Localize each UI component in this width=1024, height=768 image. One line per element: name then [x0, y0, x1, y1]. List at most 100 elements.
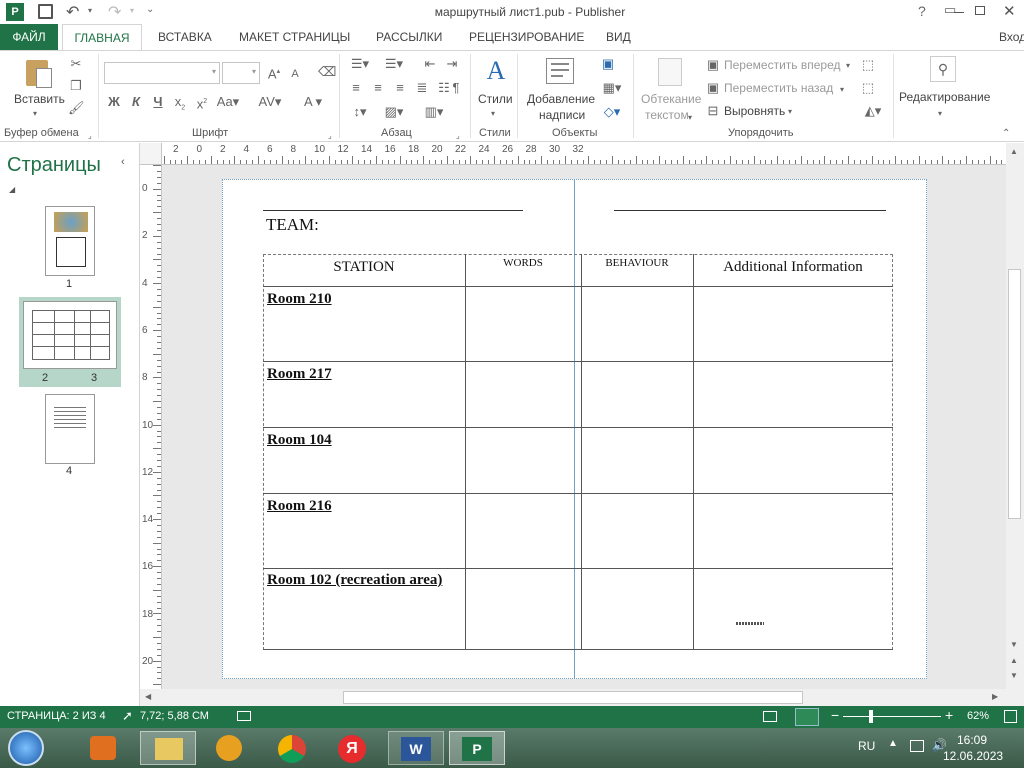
pages-pane-collapse-icon[interactable]: ‹ — [121, 156, 125, 168]
row-room-102[interactable]: Room 102 (recreation area) — [267, 572, 442, 589]
bring-forward-dropdown-icon[interactable]: ▾ — [846, 58, 850, 74]
vertical-ruler[interactable]: 0 2 4 6 8 10 12 14 16 18 20 — [140, 165, 162, 689]
subscript-icon[interactable]: x2 — [172, 94, 188, 117]
wrap-text-line1[interactable]: Обтекание — [641, 92, 701, 106]
decrease-indent-icon[interactable]: ⇤ — [422, 56, 438, 72]
tab-file[interactable]: ФАЙЛ — [0, 24, 58, 50]
change-case-icon[interactable]: Aa▾ — [216, 94, 240, 110]
bring-forward-icon[interactable]: ▣ — [706, 57, 720, 73]
align-objects-icon[interactable]: ⊟ — [706, 103, 720, 119]
align-left-icon[interactable]: ≡ — [348, 80, 364, 96]
underline-button[interactable]: Ч — [150, 94, 166, 110]
save-icon[interactable] — [38, 4, 53, 19]
page-thumbnail-4[interactable] — [45, 394, 95, 464]
paste-icon[interactable] — [24, 58, 54, 90]
font-size-field[interactable]: ▾ — [222, 62, 260, 84]
clock-time[interactable]: 16:09 — [957, 733, 987, 747]
superscript-icon[interactable]: x2 — [194, 94, 210, 112]
horizontal-ruler[interactable]: 2 0 2 4 6 8 10 12 14 16 18 20 22 24 26 28 30 32 — [140, 143, 1006, 165]
clock-date[interactable]: 12.06.2023 — [943, 749, 1003, 763]
publisher-taskbar-icon[interactable]: P — [449, 731, 505, 765]
send-backward-button[interactable]: Переместить назад — [724, 81, 833, 95]
cut-icon[interactable]: ✂ — [68, 56, 84, 72]
row-room-217[interactable]: Room 217 — [267, 366, 332, 383]
signin-link[interactable]: Вход — [999, 28, 1024, 50]
shapes-icon[interactable]: ◇▾ — [600, 104, 624, 120]
media-player-icon[interactable] — [90, 736, 116, 760]
publication-canvas[interactable]: TEAM: STATION WORDS BEHAVIOUR Additional… — [162, 165, 1006, 689]
tab-page-design[interactable]: МАКЕТ СТРАНИЦЫ — [239, 28, 350, 50]
align-right-icon[interactable]: ≡ — [392, 80, 408, 96]
shrink-font-icon[interactable]: A — [288, 66, 302, 82]
row-room-216[interactable]: Room 216 — [267, 498, 332, 515]
align-objects-button[interactable]: Выровнять — [724, 104, 785, 118]
scroll-down-arrow-icon[interactable]: ▼ — [1010, 640, 1018, 649]
scroll-up-arrow-icon[interactable]: ▲ — [1010, 147, 1018, 156]
binoculars-icon[interactable]: ⚲ — [930, 56, 956, 82]
pilcrow-icon[interactable]: ¶ — [448, 80, 464, 96]
zoom-in-icon[interactable]: + — [945, 707, 953, 723]
redo-dropdown-icon[interactable]: ▾ — [130, 6, 134, 15]
start-button-icon[interactable] — [8, 730, 44, 766]
wrap-text-icon[interactable] — [658, 58, 682, 86]
network-icon[interactable] — [910, 740, 924, 752]
chrome-icon[interactable] — [278, 735, 306, 763]
single-page-view-icon[interactable] — [763, 711, 777, 722]
picture-icon[interactable]: ▣ — [600, 56, 616, 72]
scroll-right-arrow-icon[interactable]: ▶ — [992, 692, 998, 701]
language-indicator[interactable]: RU — [858, 739, 875, 753]
copy-icon[interactable]: ❐ — [68, 78, 84, 94]
redo-icon[interactable]: ↷ — [108, 2, 121, 22]
row-room-210[interactable]: Room 210 — [267, 291, 332, 308]
page-indicator[interactable]: СТРАНИЦА: 2 ИЗ 4 — [7, 710, 106, 722]
zoom-level[interactable]: 62% — [967, 710, 989, 722]
yandex-browser-icon[interactable]: Я — [338, 735, 366, 763]
wrap-text-dropdown-icon[interactable]: ▾ — [688, 110, 692, 126]
paragraph-launcher-icon[interactable]: ⌟ — [456, 128, 460, 144]
textbox-icon[interactable] — [546, 58, 574, 84]
styles-icon[interactable]: A — [482, 56, 510, 86]
italic-button[interactable]: К — [128, 94, 144, 110]
columns-icon[interactable]: ▥▾ — [422, 104, 446, 120]
ungroup-icon[interactable]: ⬚ — [860, 80, 876, 96]
shading-icon[interactable]: ▨▾ — [382, 104, 406, 120]
route-table[interactable] — [263, 254, 893, 650]
restore-icon[interactable] — [975, 6, 985, 15]
fit-page-icon[interactable] — [1004, 710, 1017, 723]
justify-icon[interactable]: ≣ — [414, 80, 430, 96]
horizontal-scrollbar[interactable]: ◀ ▶ — [140, 689, 1006, 706]
team-label[interactable]: TEAM: — [266, 215, 319, 235]
paste-dropdown-icon[interactable]: ▾ — [33, 106, 37, 122]
horizontal-scroll-thumb[interactable] — [343, 691, 803, 704]
collapse-ribbon-icon[interactable]: ⌃ — [1002, 126, 1010, 142]
font-color-icon[interactable]: A ▾ — [302, 94, 324, 110]
tab-view[interactable]: ВИД — [606, 28, 631, 50]
customize-qat-icon[interactable]: ⌄ — [146, 4, 154, 15]
zoom-out-icon[interactable]: − — [831, 707, 839, 723]
editing-dropdown-icon[interactable]: ▾ — [938, 106, 942, 122]
table-icon[interactable]: ▦▾ — [600, 80, 624, 96]
vertical-scrollbar[interactable]: ▲ ▼ ▲ ▼ — [1006, 143, 1024, 689]
textbox-button-line2[interactable]: надписи — [539, 108, 585, 122]
scroll-left-arrow-icon[interactable]: ◀ — [145, 692, 151, 701]
row-room-104[interactable]: Room 104 — [267, 432, 332, 449]
two-page-view-icon[interactable] — [795, 708, 819, 726]
bullets-icon[interactable]: ☰▾ — [348, 56, 372, 72]
tab-review[interactable]: РЕЦЕНЗИРОВАНИЕ — [469, 28, 584, 50]
zoom-slider-track[interactable] — [843, 716, 941, 717]
undo-dropdown-icon[interactable]: ▾ — [88, 6, 92, 15]
paste-button[interactable]: Вставить — [14, 92, 65, 106]
prev-page-icon[interactable]: ▲ — [1010, 656, 1018, 665]
show-hidden-icons-icon[interactable]: ▲ — [888, 738, 898, 749]
styles-button[interactable]: Стили — [478, 92, 513, 106]
align-center-icon[interactable]: ≡ — [370, 80, 386, 96]
send-backward-dropdown-icon[interactable]: ▾ — [840, 82, 844, 98]
group-icon[interactable]: ⬚ — [860, 57, 876, 73]
tab-insert[interactable]: ВСТАВКА — [158, 28, 212, 50]
grow-font-icon[interactable]: A▴ — [266, 64, 282, 82]
help-icon[interactable]: ? — [918, 3, 926, 19]
publisher-app-icon[interactable]: P — [6, 3, 24, 21]
editing-button[interactable]: Редактирование — [899, 90, 990, 104]
zoom-slider-thumb[interactable] — [869, 710, 873, 723]
clipboard-launcher-icon[interactable]: ⌟ — [88, 128, 92, 144]
